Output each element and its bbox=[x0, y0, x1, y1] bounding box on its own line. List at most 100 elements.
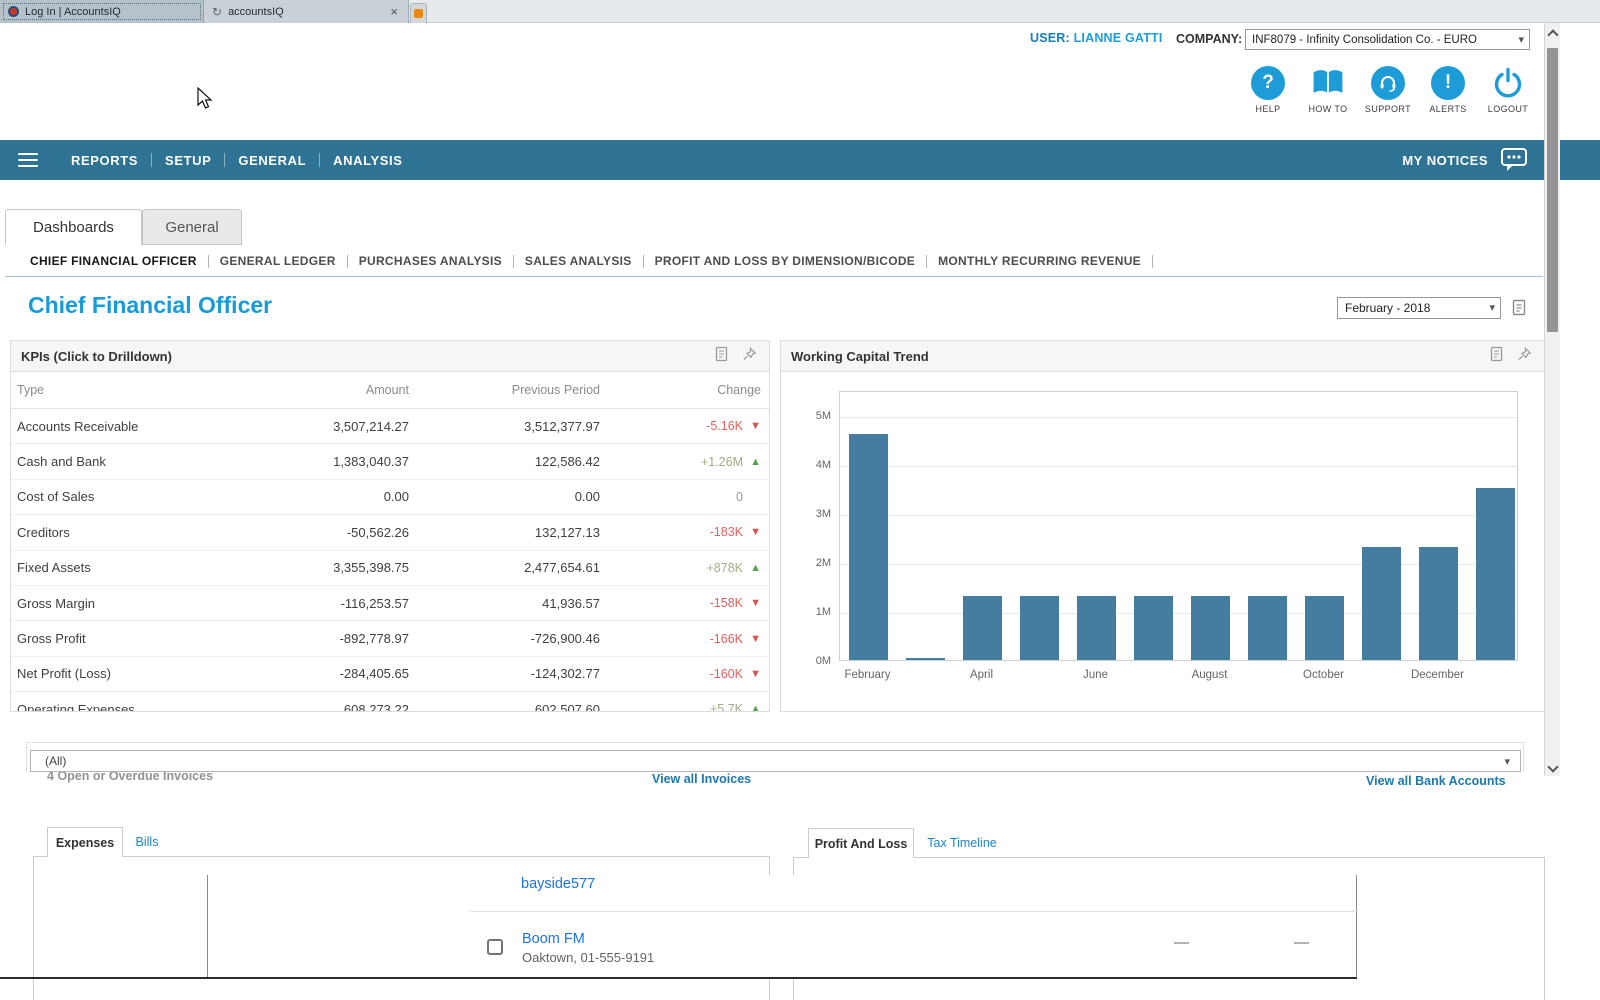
scrollbar-thumb[interactable] bbox=[1547, 48, 1558, 332]
scroll-down-icon[interactable] bbox=[1547, 761, 1558, 772]
alerts-button[interactable]: ! ALERTS bbox=[1420, 66, 1476, 114]
kpi-type: Cash and Bank bbox=[11, 454, 211, 469]
working-capital-panel: Working Capital Trend 0M1M2M3M4M5M Febru… bbox=[780, 340, 1545, 712]
y-tick-label: 0M bbox=[781, 655, 831, 667]
kpi-row[interactable]: Cost of Sales0.000.000 bbox=[11, 480, 769, 515]
chart-xaxis: FebruaryAprilJuneAugustOctoberDecember bbox=[839, 341, 1518, 712]
nav-general[interactable]: GENERAL bbox=[225, 153, 319, 168]
contacts-overlay-window: bayside577 Boom FM Oaktown, 01-555-9191 … bbox=[207, 875, 1357, 978]
my-notices[interactable]: MY NOTICES bbox=[1402, 147, 1528, 173]
scroll-up-icon[interactable] bbox=[1547, 29, 1558, 40]
nav-setup[interactable]: SETUP bbox=[152, 153, 224, 168]
pin-icon[interactable] bbox=[742, 346, 757, 367]
col-amount: Amount bbox=[211, 383, 409, 397]
kpi-change-value: -158K bbox=[710, 596, 743, 610]
y-tick-label: 5M bbox=[781, 410, 831, 422]
up-triangle-icon: ▲ bbox=[747, 456, 761, 468]
tab-dashboards[interactable]: Dashboards bbox=[5, 209, 142, 245]
filter-select[interactable]: (All) ▾ bbox=[30, 750, 1521, 772]
book-icon bbox=[1310, 66, 1346, 100]
browser-tab-title: accountsIQ bbox=[228, 6, 284, 18]
kpi-row[interactable]: Net Profit (Loss)-284,405.65-124,302.77-… bbox=[11, 657, 769, 692]
browser-tab-accountsiq[interactable]: ↻ accountsIQ × bbox=[204, 0, 409, 23]
kpi-table-header: Type Amount Previous Period Change bbox=[11, 372, 769, 409]
kpi-row[interactable]: Creditors-50,562.26132,127.13-183K▼ bbox=[11, 515, 769, 550]
browser-tab-login[interactable]: Log In | AccountsIQ bbox=[0, 0, 204, 23]
contact-checkbox[interactable] bbox=[487, 939, 503, 955]
kpi-change-value: -160K bbox=[710, 667, 743, 681]
kpi-previous: 41,936.57 bbox=[409, 596, 600, 611]
logout-button[interactable]: LOGOUT bbox=[1480, 66, 1536, 114]
period-select[interactable]: February - 2018 ▾ bbox=[1337, 297, 1501, 319]
kpi-type: Gross Profit bbox=[11, 631, 211, 646]
kpi-change-value: -5.16K bbox=[706, 419, 743, 433]
view-all-invoices-link[interactable]: View all Invoices bbox=[652, 772, 751, 786]
kpi-amount: -284,405.65 bbox=[211, 666, 409, 681]
kpi-row[interactable]: Accounts Receivable3,507,214.273,512,377… bbox=[11, 409, 769, 444]
down-triangle-icon: ▼ bbox=[747, 526, 761, 538]
tab-expenses[interactable]: Expenses bbox=[47, 827, 123, 857]
subnav-general-ledger[interactable]: GENERAL LEDGER bbox=[209, 254, 347, 268]
view-all-bank-accounts-link[interactable]: View all Bank Accounts bbox=[1366, 774, 1506, 788]
nav-items: REPORTS SETUP GENERAL ANALYSIS bbox=[58, 153, 416, 168]
tab-tax-timeline[interactable]: Tax Timeline bbox=[914, 828, 1010, 858]
subnav-purchases-analysis[interactable]: PURCHASES ANALYSIS bbox=[348, 254, 513, 268]
help-button[interactable]: ? HELP bbox=[1240, 66, 1296, 114]
nav-analysis[interactable]: ANALYSIS bbox=[320, 153, 415, 168]
close-tab-icon[interactable]: × bbox=[388, 5, 400, 18]
chevron-down-icon: ▾ bbox=[1504, 755, 1510, 768]
chevron-down-icon: ▾ bbox=[1518, 33, 1524, 46]
kpi-change: -158K▼ bbox=[600, 596, 761, 610]
kpi-row[interactable]: Operating Expenses608,273.22602,507.60+5… bbox=[11, 692, 769, 712]
y-tick-label: 3M bbox=[781, 508, 831, 520]
kpi-previous: 132,127.13 bbox=[409, 525, 600, 540]
export-icon[interactable] bbox=[1511, 299, 1529, 322]
kpi-amount: 608,273.22 bbox=[211, 702, 409, 712]
kpi-type: Gross Margin bbox=[11, 596, 211, 611]
company-select[interactable]: INF8079 - Infinity Consolidation Co. - E… bbox=[1245, 29, 1530, 50]
contact-link[interactable]: bayside577 bbox=[521, 876, 595, 892]
company-select-value: INF8079 - Infinity Consolidation Co. - E… bbox=[1252, 34, 1477, 46]
y-tick-label: 1M bbox=[781, 606, 831, 618]
page-title: Chief Financial Officer bbox=[28, 292, 272, 319]
support-button[interactable]: SUPPORT bbox=[1360, 66, 1416, 114]
kpi-amount: 3,507,214.27 bbox=[211, 419, 409, 434]
subnav-chief-financial-officer[interactable]: CHIEF FINANCIAL OFFICER bbox=[19, 254, 208, 268]
kpi-row[interactable]: Cash and Bank1,383,040.37122,586.42+1.26… bbox=[11, 444, 769, 479]
how-to-button[interactable]: HOW TO bbox=[1300, 66, 1356, 114]
subnav-monthly-recurring-revenue[interactable]: MONTHLY RECURRING REVENUE bbox=[927, 254, 1152, 268]
kpi-row[interactable]: Gross Profit-892,778.97-726,900.46-166K▼ bbox=[11, 621, 769, 656]
down-triangle-icon: ▼ bbox=[747, 633, 761, 645]
alert-icon: ! bbox=[1431, 66, 1465, 100]
help-label: HELP bbox=[1255, 104, 1280, 114]
kpi-change-value: +1.26M bbox=[701, 455, 743, 469]
x-tick-label: August bbox=[1192, 669, 1228, 681]
pin-icon[interactable] bbox=[1517, 346, 1532, 367]
tab-profit-and-loss[interactable]: Profit And Loss bbox=[808, 828, 914, 858]
tab-stub[interactable] bbox=[410, 3, 427, 23]
subnav-sales-analysis[interactable]: SALES ANALYSIS bbox=[514, 254, 643, 268]
header-actions: ? HELP HOW TO SUPPORT ! ALERTS bbox=[1240, 66, 1540, 114]
x-tick-label: December bbox=[1411, 669, 1464, 681]
overlay-divider bbox=[470, 911, 1358, 912]
kpi-row[interactable]: Gross Margin-116,253.5741,936.57-158K▼ bbox=[11, 586, 769, 621]
hamburger-menu-icon[interactable] bbox=[18, 153, 38, 168]
subnav-pnl-by-dimension[interactable]: PROFIT AND LOSS BY DIMENSION/BICODE bbox=[644, 254, 927, 268]
col-type: Type bbox=[11, 383, 211, 397]
kpi-change: +5.7K▲ bbox=[600, 702, 761, 712]
tab-stub-icon bbox=[414, 9, 423, 18]
tab-general[interactable]: General bbox=[142, 209, 242, 245]
vertical-scrollbar[interactable] bbox=[1544, 23, 1560, 776]
how-to-label: HOW TO bbox=[1308, 104, 1347, 114]
workspace-tabs: Dashboards General bbox=[5, 209, 242, 245]
nav-reports[interactable]: REPORTS bbox=[58, 153, 151, 168]
export-icon[interactable] bbox=[715, 346, 730, 367]
contact-name-link[interactable]: Boom FM bbox=[522, 931, 585, 947]
kpi-type: Cost of Sales bbox=[11, 489, 211, 504]
logout-label: LOGOUT bbox=[1488, 104, 1528, 114]
tab-bills[interactable]: Bills bbox=[123, 827, 171, 857]
kpi-amount: -116,253.57 bbox=[211, 596, 409, 611]
power-icon bbox=[1491, 66, 1525, 100]
x-tick-label: October bbox=[1303, 669, 1344, 681]
kpi-row[interactable]: Fixed Assets3,355,398.752,477,654.61+878… bbox=[11, 551, 769, 586]
